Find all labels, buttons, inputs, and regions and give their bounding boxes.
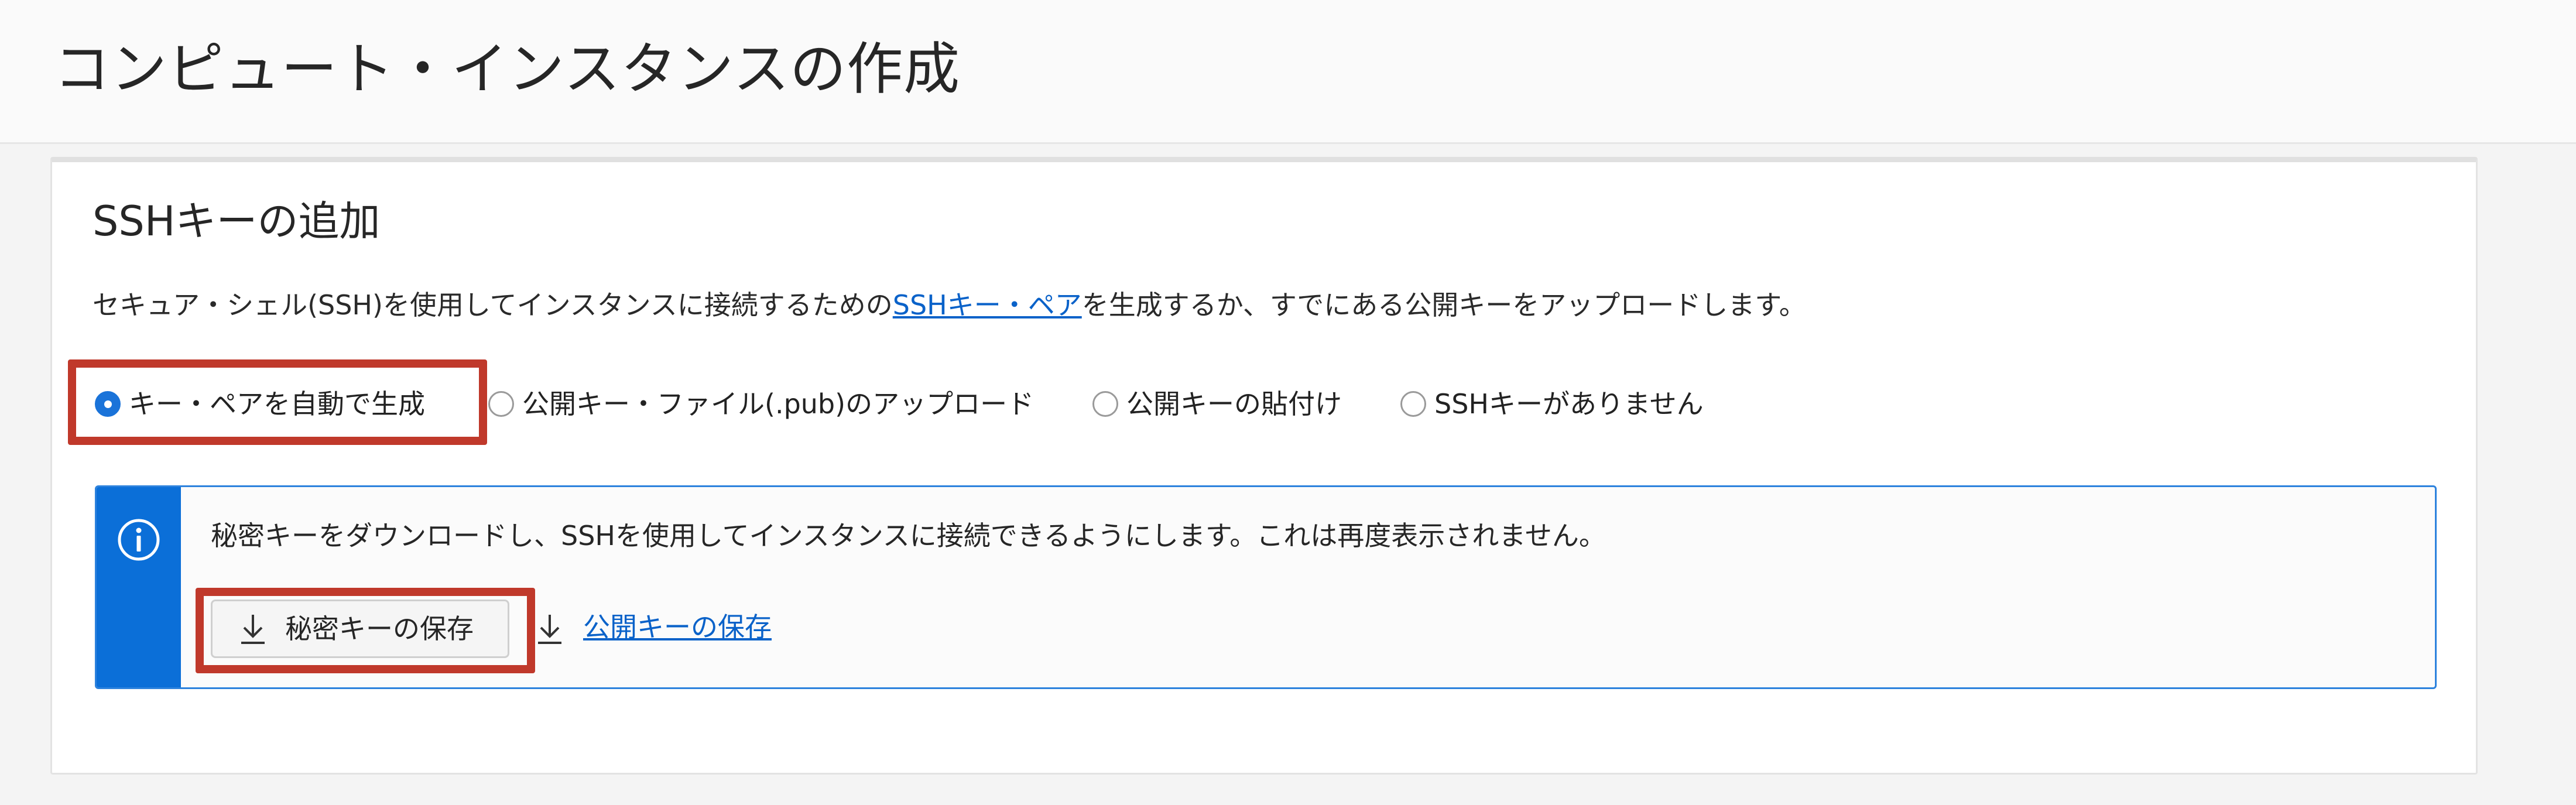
section-description: セキュア・シェル(SSH)を使用してインスタンスに接続するためのSSHキー・ペア… [93,285,1806,326]
radio-label: 公開キー・ファイル(.pub)のアップロード [522,388,1034,420]
radio-button[interactable] [1092,391,1118,417]
radio-generate-key-pair[interactable]: キー・ペアを自動で生成 [95,381,425,427]
save-public-key-link[interactable]: 公開キーの保存 [583,607,772,648]
info-message: 秘密キーをダウンロードし、SSHを使用してインスタンスに接続できるようにします。… [211,520,1606,551]
info-strip [97,487,181,687]
page-title: コンピュート・インスタンスの作成 [54,36,961,102]
radio-label: 公開キーの貼付け [1126,388,1342,420]
ssh-key-pair-link[interactable]: SSHキー・ペア [893,289,1082,321]
radio-button[interactable] [95,391,121,417]
description-text: セキュア・シェル(SSH)を使用してインスタンスに接続するための [93,289,893,321]
section-title: SSHキーの追加 [93,197,381,245]
radio-label: SSHキーがありません [1434,388,1704,420]
info-icon [118,519,160,561]
page-header: コンピュート・インスタンスの作成 [0,0,2576,144]
radio-paste-public-key[interactable]: 公開キーの貼付け [1092,381,1342,427]
save-private-key-label: 秘密キーの保存 [285,613,474,645]
download-icon [241,615,265,644]
radio-label: キー・ペアを自動で生成 [129,388,425,420]
radio-button[interactable] [488,391,514,417]
save-private-key-button[interactable]: 秘密キーの保存 [211,600,509,658]
radio-no-ssh-keys[interactable]: SSHキーがありません [1400,381,1704,427]
radio-upload-public-key[interactable]: 公開キー・ファイル(.pub)のアップロード [488,381,1034,427]
description-text-end: を生成するか、すでにある公開キーをアップロードします。 [1081,289,1806,321]
radio-button[interactable] [1400,391,1426,417]
download-icon [538,615,561,644]
